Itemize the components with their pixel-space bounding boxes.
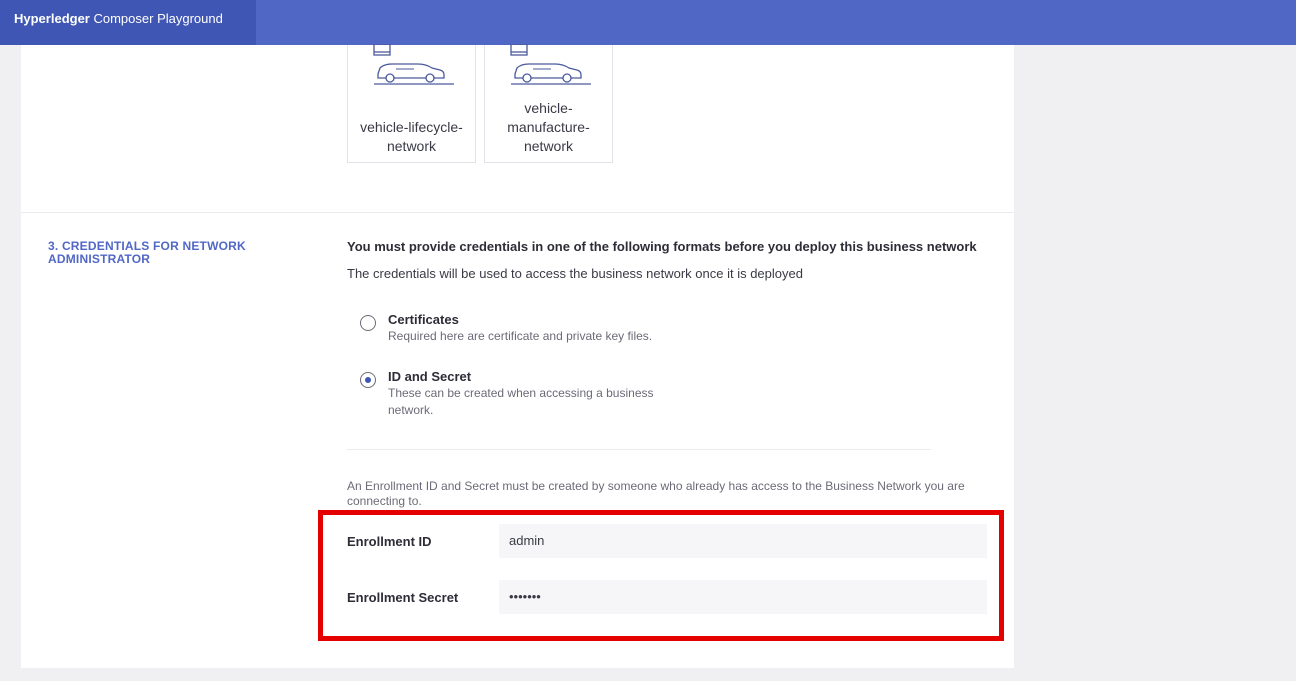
brand-name: Composer Playground — [89, 11, 223, 26]
radio-button-id-secret[interactable] — [360, 372, 376, 388]
section-divider — [21, 212, 1014, 213]
vehicle-network-icon — [373, 44, 454, 85]
enrollment-secret-input[interactable]: ••••••• — [499, 580, 987, 614]
radio-description: Required here are certificate and privat… — [388, 329, 653, 343]
sample-tile-label: vehicle-lifecycle-network — [360, 119, 463, 154]
app-brand[interactable]: Hyperledger Composer Playground — [0, 0, 256, 45]
radio-description: These can be created when accessing a bu… — [388, 386, 654, 417]
brand-bold: Hyperledger — [14, 11, 90, 26]
radio-title: Certificates — [388, 312, 459, 327]
enrollment-id-input[interactable]: admin — [499, 524, 987, 558]
enrollment-note: An Enrollment ID and Secret must be crea… — [347, 479, 965, 508]
sample-tile-vehicle-lifecycle[interactable]: vehicle-lifecycle-network — [347, 44, 476, 163]
options-divider — [347, 449, 931, 450]
enrollment-id-label: Enrollment ID — [347, 534, 432, 549]
sample-tile-label: vehicle-manufacture-network — [507, 100, 590, 154]
sample-tile-vehicle-manufacture[interactable]: vehicle-manufacture-network — [484, 44, 613, 163]
section-title-credentials: 3. CREDENTIALS FOR NETWORK ADMINISTRATOR — [48, 239, 246, 266]
radio-button-certificates[interactable] — [360, 315, 376, 331]
enrollment-secret-label: Enrollment Secret — [347, 590, 459, 605]
vehicle-network-icon — [510, 44, 591, 85]
credentials-instruction: You must provide credentials in one of t… — [347, 239, 977, 254]
credentials-subtext: The credentials will be used to access t… — [347, 266, 803, 281]
radio-title: ID and Secret — [388, 369, 472, 384]
